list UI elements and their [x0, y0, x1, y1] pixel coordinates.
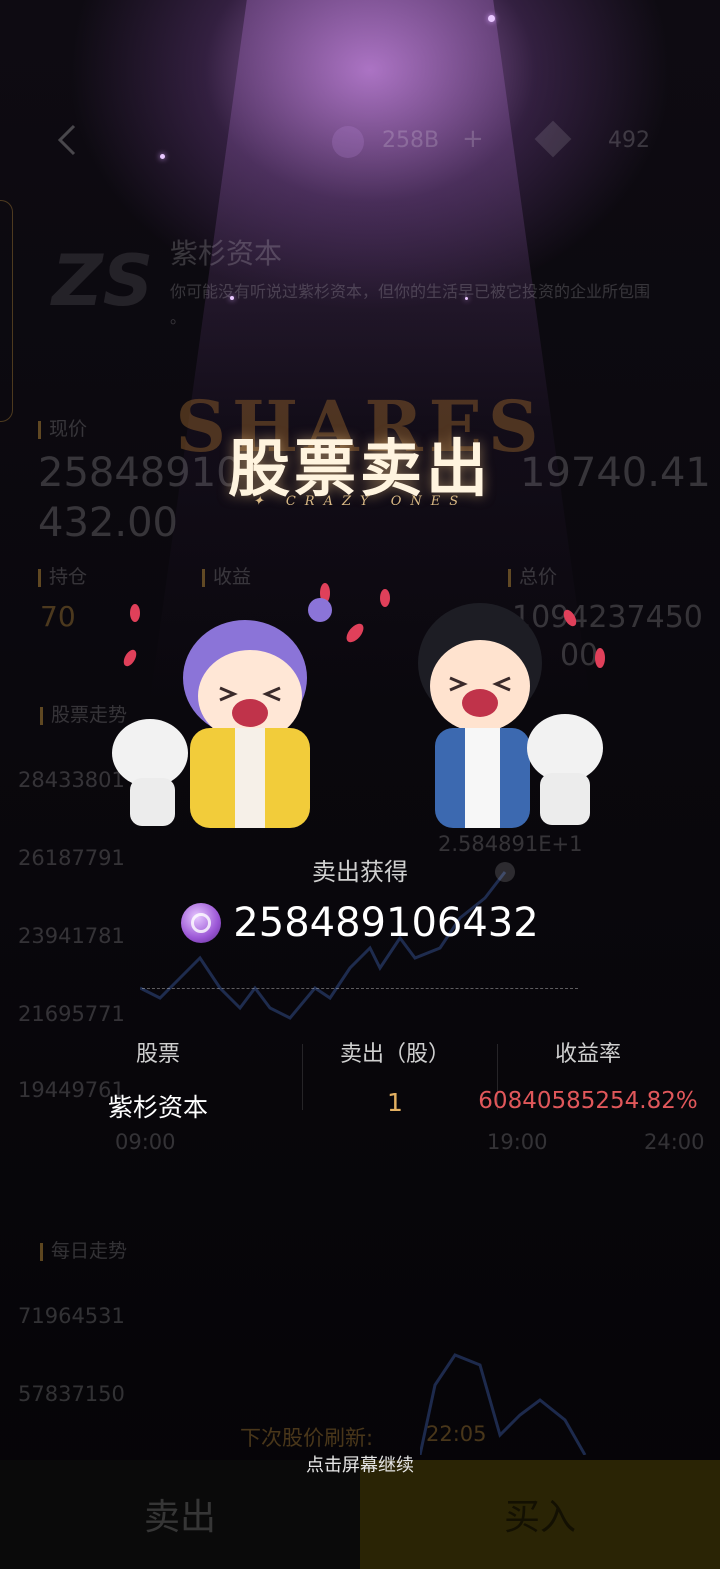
holding-label: 持仓 [38, 562, 87, 589]
gain-label: 卖出获得 [312, 858, 408, 886]
add-coins-button[interactable]: + [462, 124, 484, 154]
buy-button-label: 买入 [503, 1497, 576, 1538]
sparkle [488, 15, 495, 22]
holding-label-text: 持仓 [49, 566, 88, 588]
trend-x-label: 09:00 [115, 1130, 176, 1154]
popup-subtitle-text: CRAZY ONES [285, 494, 468, 509]
popup-subtitle: ✦ CRAZY ONES [252, 494, 468, 509]
daily-title-text: 每日走势 [51, 1240, 128, 1262]
company-description: 你可能没有听说过紫杉资本，但你的生活早已被它投资的企业所包围 [170, 282, 651, 301]
refresh-time: 22:05 [426, 1422, 487, 1446]
sparkle [465, 297, 468, 300]
coin-icon [332, 126, 364, 158]
sell-button-label: 卖出 [143, 1497, 216, 1538]
daily-y-label: 71964531 [18, 1304, 125, 1328]
row-rate: 60840585254.82% [478, 1088, 698, 1114]
celebration-characters-illustration [112, 583, 605, 828]
divider [142, 988, 578, 989]
sparkle [230, 296, 234, 300]
tap-to-continue-hint[interactable]: 点击屏幕继续 [0, 1451, 720, 1477]
row-stock: 紫杉资本 [107, 1093, 208, 1122]
sparkle [160, 154, 165, 159]
company-description-tail: 。 [170, 308, 187, 327]
back-chevron-icon[interactable] [52, 122, 82, 158]
company-name: 紫杉资本 [170, 237, 283, 270]
gain-amount: 258489106432 [233, 900, 539, 946]
gain-amount-row: 258489106432 [0, 900, 720, 946]
trend-x-label: 24:00 [644, 1130, 705, 1154]
header-stock: 股票 [135, 1042, 180, 1067]
trend-y-label: 21695771 [18, 1002, 125, 1026]
row-sold: 1 [387, 1088, 403, 1117]
trend-x-label: 19:00 [487, 1130, 548, 1154]
gem-count: 492 [608, 128, 650, 153]
refresh-label: 下次股价刷新: [240, 1426, 374, 1450]
company-logo: ZS [52, 240, 154, 322]
purple-coin-icon [181, 903, 222, 943]
holding-value: 70 [40, 600, 76, 633]
header-rate: 收益率 [554, 1042, 621, 1067]
daily-title: 每日走势 [40, 1236, 127, 1263]
header-sold: 卖出（股） [339, 1042, 450, 1067]
trend-y-label: 28433801 [18, 768, 125, 792]
daily-y-label: 57837150 [18, 1382, 125, 1406]
coin-count: 258B [382, 128, 440, 153]
